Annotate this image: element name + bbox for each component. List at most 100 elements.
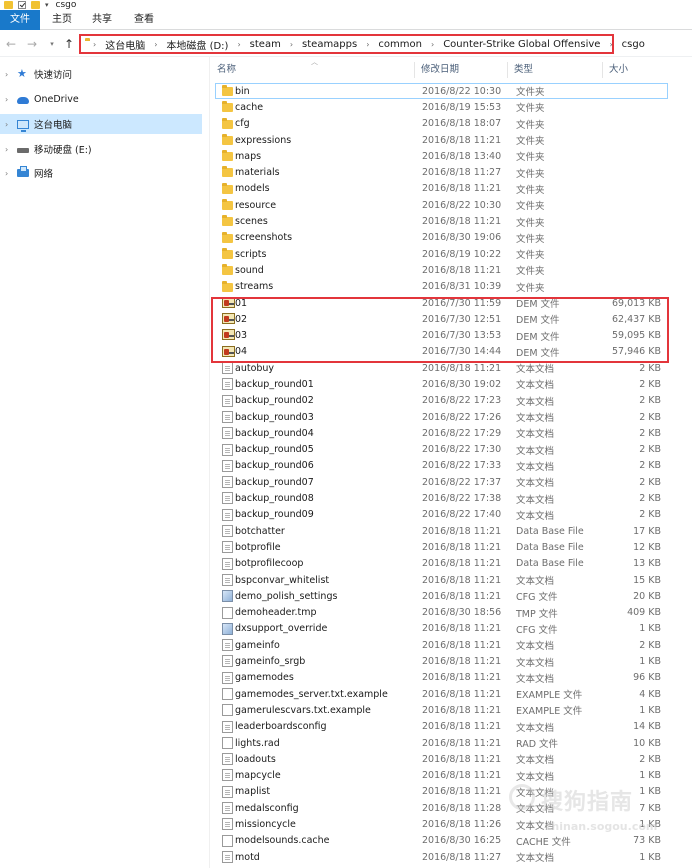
expand-chevron-icon[interactable]: ›	[5, 70, 15, 79]
file-row[interactable]: backup_round06 2016/8/22 17:33 文本文档 2 KB	[211, 458, 692, 474]
file-row[interactable]: mapcycle 2016/8/18 11:21 文本文档 1 KB	[211, 767, 692, 783]
file-row[interactable]: backup_round09 2016/8/22 17:40 文本文档 2 KB	[211, 507, 692, 523]
file-row[interactable]: maps 2016/8/18 13:40 文件夹	[211, 148, 692, 164]
tab-file[interactable]: 文件	[0, 10, 40, 30]
expand-chevron-icon[interactable]: ›	[5, 145, 15, 154]
file-name: modelsounds.cache	[235, 835, 330, 847]
file-row[interactable]: backup_round02 2016/8/22 17:23 文本文档 2 KB	[211, 393, 692, 409]
file-row[interactable]: bin 2016/8/22 10:30 文件夹	[215, 83, 668, 100]
file-row[interactable]: backup_round04 2016/8/22 17:29 文本文档 2 KB	[211, 425, 692, 441]
file-row[interactable]: maplist 2016/8/18 11:21 文本文档 1 KB	[211, 784, 692, 800]
breadcrumb-item[interactable]: › steam	[237, 39, 289, 50]
recent-locations-chevron-icon[interactable]: ▾	[45, 36, 59, 52]
expand-chevron-icon[interactable]: ›	[5, 169, 15, 178]
generic-file-icon	[222, 606, 233, 619]
file-row[interactable]: medalsconfig 2016/8/18 11:28 文本文档 7 KB	[211, 800, 692, 816]
breadcrumb-separator-icon[interactable]: ›	[609, 40, 612, 49]
sidebar-item-this-pc[interactable]: › 这台电脑	[0, 114, 202, 134]
file-row[interactable]: botchatter 2016/8/18 11:21 Data Base File 1…	[211, 523, 692, 539]
forward-arrow-icon[interactable]: →	[25, 36, 39, 52]
file-size: 2 KB	[639, 639, 661, 651]
file-row[interactable]: sound 2016/8/18 11:21 文件夹	[211, 262, 692, 278]
file-row[interactable]: bspconvar_whitelist 2016/8/18 11:21 文本文档 15…	[211, 572, 692, 588]
file-row[interactable]: gameinfo_srgb 2016/8/18 11:21 文本文档 1 KB	[211, 653, 692, 669]
text-file-icon	[222, 378, 233, 391]
column-header-size[interactable]: 大小	[603, 62, 663, 78]
file-row[interactable]: materials 2016/8/18 11:27 文件夹	[211, 164, 692, 180]
file-row[interactable]: missioncycle 2016/8/18 11:26 文本文档 1 KB	[211, 816, 692, 832]
file-row[interactable]: 02 2016/7/30 12:51 DEM 文件 62,437 KB	[211, 311, 692, 327]
properties-check-icon[interactable]	[18, 1, 26, 9]
file-row[interactable]: expressions 2016/8/18 11:21 文件夹	[211, 132, 692, 148]
file-row[interactable]: backup_round07 2016/8/22 17:37 文本文档 2 KB	[211, 474, 692, 490]
breadcrumb-label[interactable]: common	[378, 39, 422, 50]
file-row[interactable]: gamemodes_server.txt.example 2016/8/18 11…	[211, 686, 692, 702]
file-row[interactable]: streams 2016/8/31 10:39 文件夹	[211, 279, 692, 295]
file-row[interactable]: backup_round08 2016/8/22 17:38 文本文档 2 KB	[211, 490, 692, 506]
breadcrumb-separator-icon[interactable]: ›	[290, 40, 293, 49]
file-row[interactable]: backup_round01 2016/8/30 19:02 文本文档 2 KB	[211, 376, 692, 392]
file-row[interactable]: backup_round05 2016/8/22 17:30 文本文档 2 KB	[211, 442, 692, 458]
breadcrumb-separator-icon[interactable]: ›	[431, 40, 434, 49]
breadcrumb-separator-icon[interactable]: ›	[93, 40, 96, 49]
up-arrow-icon[interactable]: ↑	[62, 36, 76, 52]
breadcrumb-separator-icon[interactable]: ›	[366, 40, 369, 49]
tab-view[interactable]: 查看	[127, 10, 161, 30]
sidebar-item-network[interactable]: › 网络	[0, 163, 202, 183]
file-row[interactable]: scenes 2016/8/18 11:21 文件夹	[211, 213, 692, 229]
file-row[interactable]: resource 2016/8/22 10:30 文件夹	[211, 197, 692, 213]
file-row[interactable]: models 2016/8/18 11:21 文件夹	[211, 181, 692, 197]
file-row[interactable]: loadouts 2016/8/18 11:21 文本文档 2 KB	[211, 751, 692, 767]
new-folder-icon[interactable]	[31, 1, 40, 9]
sidebar-item-onedrive[interactable]: › OneDrive	[0, 89, 202, 109]
breadcrumb-label[interactable]: Counter-Strike Global Offensive	[443, 39, 600, 50]
file-row[interactable]: gamemodes 2016/8/18 11:21 文本文档 96 KB	[211, 670, 692, 686]
breadcrumb-label[interactable]: steam	[250, 39, 281, 50]
file-row[interactable]: gamerulescvars.txt.example 2016/8/18 11:2…	[211, 702, 692, 718]
breadcrumb-item[interactable]: › 这台电脑	[93, 37, 154, 52]
sidebar-item-quick-access[interactable]: › ★ 快速访问	[0, 64, 202, 84]
file-row[interactable]: screenshots 2016/8/30 19:06 文件夹	[211, 230, 692, 246]
breadcrumb-label[interactable]: csgo	[622, 39, 645, 50]
column-header-type[interactable]: 类型	[508, 62, 603, 78]
expand-chevron-icon[interactable]: ›	[5, 95, 15, 104]
file-row[interactable]: leaderboardsconfig 2016/8/18 11:21 文本文档 14 …	[211, 719, 692, 735]
file-type: 文件夹	[516, 250, 545, 262]
file-row[interactable]: botprofilecoop 2016/8/18 11:21 Data Base F…	[211, 556, 692, 572]
tab-share[interactable]: 共享	[85, 10, 119, 30]
file-row[interactable]: backup_round03 2016/8/22 17:26 文本文档 2 KB	[211, 409, 692, 425]
breadcrumb-item[interactable]: › common	[366, 39, 431, 50]
file-row[interactable]: autobuy 2016/8/18 11:21 文本文档 2 KB	[211, 360, 692, 376]
file-row[interactable]: scripts 2016/8/19 10:22 文件夹	[211, 246, 692, 262]
file-row[interactable]: cache 2016/8/19 15:53 文件夹	[211, 99, 692, 115]
column-header-date[interactable]: 修改日期	[415, 62, 508, 78]
breadcrumb-item[interactable]: › csgo	[609, 39, 653, 50]
breadcrumb-label[interactable]: steamapps	[302, 39, 357, 50]
back-arrow-icon[interactable]: ←	[4, 36, 18, 52]
breadcrumb-separator-icon[interactable]: ›	[154, 40, 157, 49]
breadcrumb-label[interactable]: 本地磁盘 (D:)	[166, 37, 228, 52]
address-bar[interactable]: › 这台电脑 › 本地磁盘 (D:) › steam › steamapps › common › C…	[79, 34, 645, 54]
tab-home[interactable]: 主页	[45, 10, 79, 30]
breadcrumb-separator-icon[interactable]: ›	[237, 40, 240, 49]
quick-access-dropdown-icon[interactable]: ▾	[45, 1, 49, 9]
file-row[interactable]: modelsounds.cache 2016/8/30 16:25 CACHE 文件…	[211, 833, 692, 849]
breadcrumb-label[interactable]: 这台电脑	[105, 37, 145, 52]
column-header-name[interactable]: 名称	[211, 62, 415, 78]
file-row[interactable]: lights.rad 2016/8/18 11:21 RAD 文件 10 KB	[211, 735, 692, 751]
file-row[interactable]: botprofile 2016/8/18 11:21 Data Base File 1…	[211, 539, 692, 555]
expand-chevron-icon[interactable]: ›	[5, 120, 15, 129]
file-row[interactable]: demoheader.tmp 2016/8/30 18:56 TMP 文件 409 K…	[211, 605, 692, 621]
file-row[interactable]: 04 2016/7/30 14:44 DEM 文件 57,946 KB	[211, 344, 692, 360]
file-row[interactable]: motd 2016/8/18 11:27 文本文档 1 KB	[211, 849, 692, 865]
file-row[interactable]: gameinfo 2016/8/18 11:21 文本文档 2 KB	[211, 637, 692, 653]
breadcrumb-item[interactable]: › Counter-Strike Global Offensive	[431, 39, 609, 50]
breadcrumb-item[interactable]: › steamapps	[290, 39, 366, 50]
file-row[interactable]: 01 2016/7/30 11:59 DEM 文件 69,013 KB	[211, 295, 692, 311]
file-row[interactable]: dxsupport_override 2016/8/18 11:21 CFG 文件 1…	[211, 621, 692, 637]
file-row[interactable]: cfg 2016/8/18 18:07 文件夹	[211, 116, 692, 132]
file-row[interactable]: 03 2016/7/30 13:53 DEM 文件 59,095 KB	[211, 327, 692, 343]
sidebar-item-removable-drive[interactable]: › 移动硬盘 (E:)	[0, 139, 202, 159]
breadcrumb-item[interactable]: › 本地磁盘 (D:)	[154, 37, 237, 52]
file-row[interactable]: demo_polish_settings 2016/8/18 11:21 CFG 文…	[211, 588, 692, 604]
